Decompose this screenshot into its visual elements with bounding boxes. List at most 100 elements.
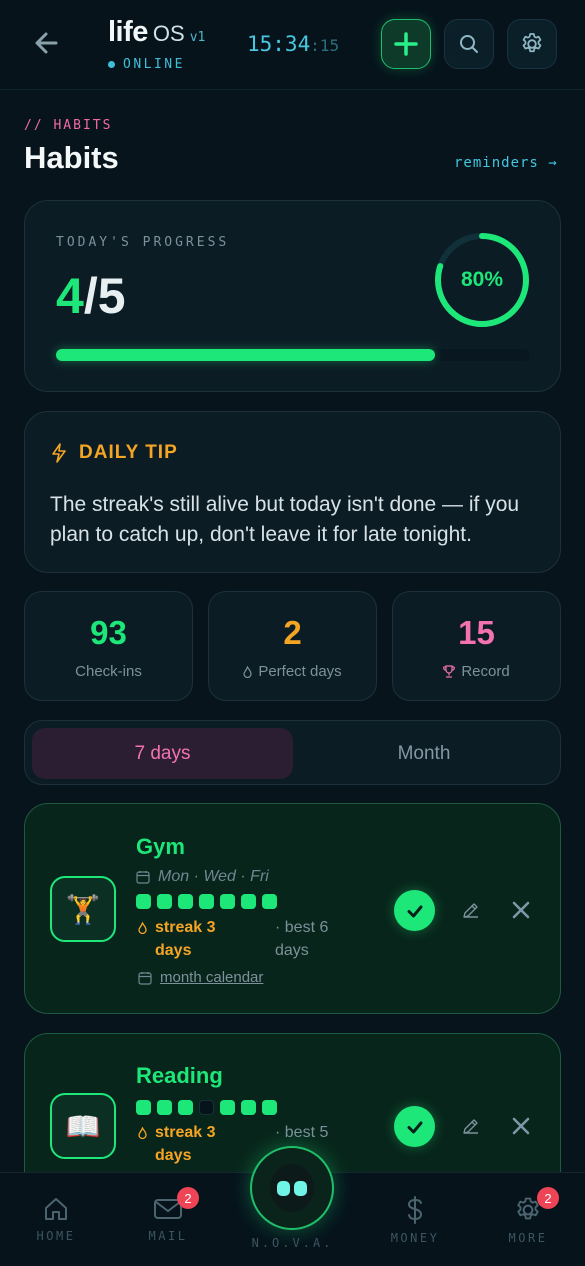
search-button[interactable] bbox=[444, 19, 494, 69]
month-calendar-link[interactable]: month calendar bbox=[138, 969, 263, 986]
trophy-icon bbox=[443, 665, 456, 678]
day-done-dot bbox=[199, 894, 214, 909]
reminders-link[interactable]: reminders → bbox=[454, 155, 558, 171]
best-streak: · best 5 bbox=[275, 1124, 329, 1141]
streak-text: streak 3 days bbox=[155, 1124, 216, 1164]
calendar-link-text: month calendar bbox=[160, 969, 264, 986]
check-icon bbox=[407, 905, 422, 917]
flame-icon bbox=[243, 665, 252, 678]
stat-perfect-days: 2 Perfect days bbox=[208, 591, 377, 701]
daily-tip-card: DAILY TIP The streak's still alive but t… bbox=[24, 411, 561, 573]
delete-button[interactable] bbox=[510, 899, 532, 921]
day-done-dot bbox=[136, 1100, 151, 1115]
progress-card: TODAY'S PROGRESS 4/5 80% bbox=[24, 200, 561, 392]
stat-value: 2 bbox=[283, 614, 302, 651]
page-title: Habits bbox=[24, 140, 119, 175]
close-icon bbox=[512, 1117, 530, 1135]
nav-home[interactable]: HOME bbox=[16, 1195, 96, 1243]
day-done-dot bbox=[241, 894, 256, 909]
clock-time: 15:34 bbox=[247, 32, 311, 56]
nav-label: HOME bbox=[36, 1229, 76, 1243]
week-dots bbox=[136, 1100, 277, 1115]
stat-value: 15 bbox=[458, 614, 495, 651]
stat-label: Record bbox=[461, 663, 510, 680]
habit-done-toggle[interactable] bbox=[394, 1106, 435, 1147]
home-icon bbox=[45, 1198, 67, 1220]
day-done-dot bbox=[262, 1100, 277, 1115]
app-brand: life OS v1 ONLINE bbox=[108, 16, 205, 72]
nav-label: MORE bbox=[508, 1231, 548, 1245]
habit-name: Reading bbox=[136, 1063, 223, 1088]
gear-icon bbox=[522, 33, 542, 53]
clock-seconds: :15 bbox=[310, 36, 340, 55]
app-root: life OS v1 ONLINE 15:34:15 // HABITS Hab… bbox=[0, 0, 585, 1266]
edit-button[interactable] bbox=[461, 1116, 481, 1136]
settings-button[interactable] bbox=[507, 19, 557, 69]
flame-icon bbox=[138, 1127, 147, 1139]
progress-label: TODAY'S PROGRESS bbox=[56, 235, 230, 250]
progress-done: 4 bbox=[56, 268, 84, 324]
progress-percent: 80% bbox=[460, 268, 504, 291]
day-done-dot bbox=[220, 894, 235, 909]
stat-value: 93 bbox=[90, 614, 127, 651]
back-button[interactable] bbox=[30, 26, 64, 60]
progress-bar-fill bbox=[56, 349, 436, 361]
add-button[interactable] bbox=[381, 19, 431, 69]
calendar-icon bbox=[138, 971, 152, 985]
brand-suffix: OS bbox=[152, 21, 185, 46]
calendar-icon bbox=[136, 871, 150, 884]
habit-streak: streak 3 days bbox=[138, 1121, 230, 1167]
nav-label: MONEY bbox=[390, 1231, 440, 1245]
delete-button[interactable] bbox=[510, 1115, 532, 1137]
mail-badge: 2 bbox=[177, 1187, 199, 1209]
dollar-icon bbox=[407, 1196, 423, 1224]
week-dots bbox=[136, 894, 277, 909]
progress-count: 4/5 bbox=[56, 268, 126, 324]
plus-icon bbox=[394, 32, 418, 56]
flame-icon bbox=[138, 922, 147, 934]
stat-label: Perfect days bbox=[258, 663, 342, 680]
close-icon bbox=[512, 901, 530, 919]
day-missed-dot bbox=[199, 1100, 214, 1115]
arrow-left-icon bbox=[35, 32, 58, 54]
habit-name: Gym bbox=[136, 834, 185, 859]
tip-title: DAILY TIP bbox=[79, 442, 178, 463]
tip-body: The streak's still alive but today isn't… bbox=[50, 493, 520, 546]
brand-name: life bbox=[108, 16, 148, 48]
streak-text: streak 3 days bbox=[155, 919, 216, 959]
clock: 15:34:15 bbox=[247, 32, 339, 56]
best-streak: · best 6 days bbox=[275, 919, 329, 959]
stat-checkins: 93 Check-ins bbox=[24, 591, 193, 701]
nav-money[interactable]: MONEY bbox=[375, 1195, 455, 1245]
check-icon bbox=[407, 1121, 422, 1133]
status-dot-icon bbox=[108, 61, 115, 68]
nav-label: MAIL bbox=[148, 1229, 188, 1243]
schedule-days: Mon · Wed · Fri bbox=[158, 868, 269, 885]
range-toggle: 7 days Month bbox=[24, 720, 561, 785]
day-done-dot bbox=[157, 894, 172, 909]
top-header: life OS v1 ONLINE 15:34:15 bbox=[0, 0, 585, 90]
range-7-days[interactable]: 7 days bbox=[32, 728, 293, 779]
search-icon bbox=[460, 35, 478, 53]
pencil-icon bbox=[463, 1119, 478, 1134]
weightlifter-icon: 🏋️ bbox=[50, 876, 116, 942]
lightning-icon bbox=[52, 443, 66, 463]
nova-label: N.O.V.A. bbox=[251, 1236, 334, 1250]
nav-mail[interactable]: 2 MAIL bbox=[128, 1187, 208, 1243]
habit-done-toggle[interactable] bbox=[394, 890, 435, 931]
day-done-dot bbox=[178, 1100, 193, 1115]
version-label: v1 bbox=[189, 30, 206, 45]
habit-card-gym: 🏋️ Gym Mon · Wed · Fri streak 3 days · b… bbox=[24, 803, 561, 1014]
day-done-dot bbox=[157, 1100, 172, 1115]
day-done-dot bbox=[220, 1100, 235, 1115]
habit-schedule: Mon · Wed · Fri bbox=[136, 868, 269, 886]
nova-assistant-button[interactable] bbox=[250, 1146, 334, 1230]
nav-more[interactable]: 2 MORE bbox=[488, 1187, 568, 1245]
stat-record: 15 Record bbox=[392, 591, 561, 701]
day-done-dot bbox=[136, 894, 151, 909]
status-text: ONLINE bbox=[123, 57, 185, 72]
robot-face-icon bbox=[270, 1164, 314, 1212]
range-month[interactable]: Month bbox=[293, 728, 555, 779]
edit-button[interactable] bbox=[461, 900, 481, 920]
habit-streak: streak 3 days bbox=[138, 916, 230, 962]
